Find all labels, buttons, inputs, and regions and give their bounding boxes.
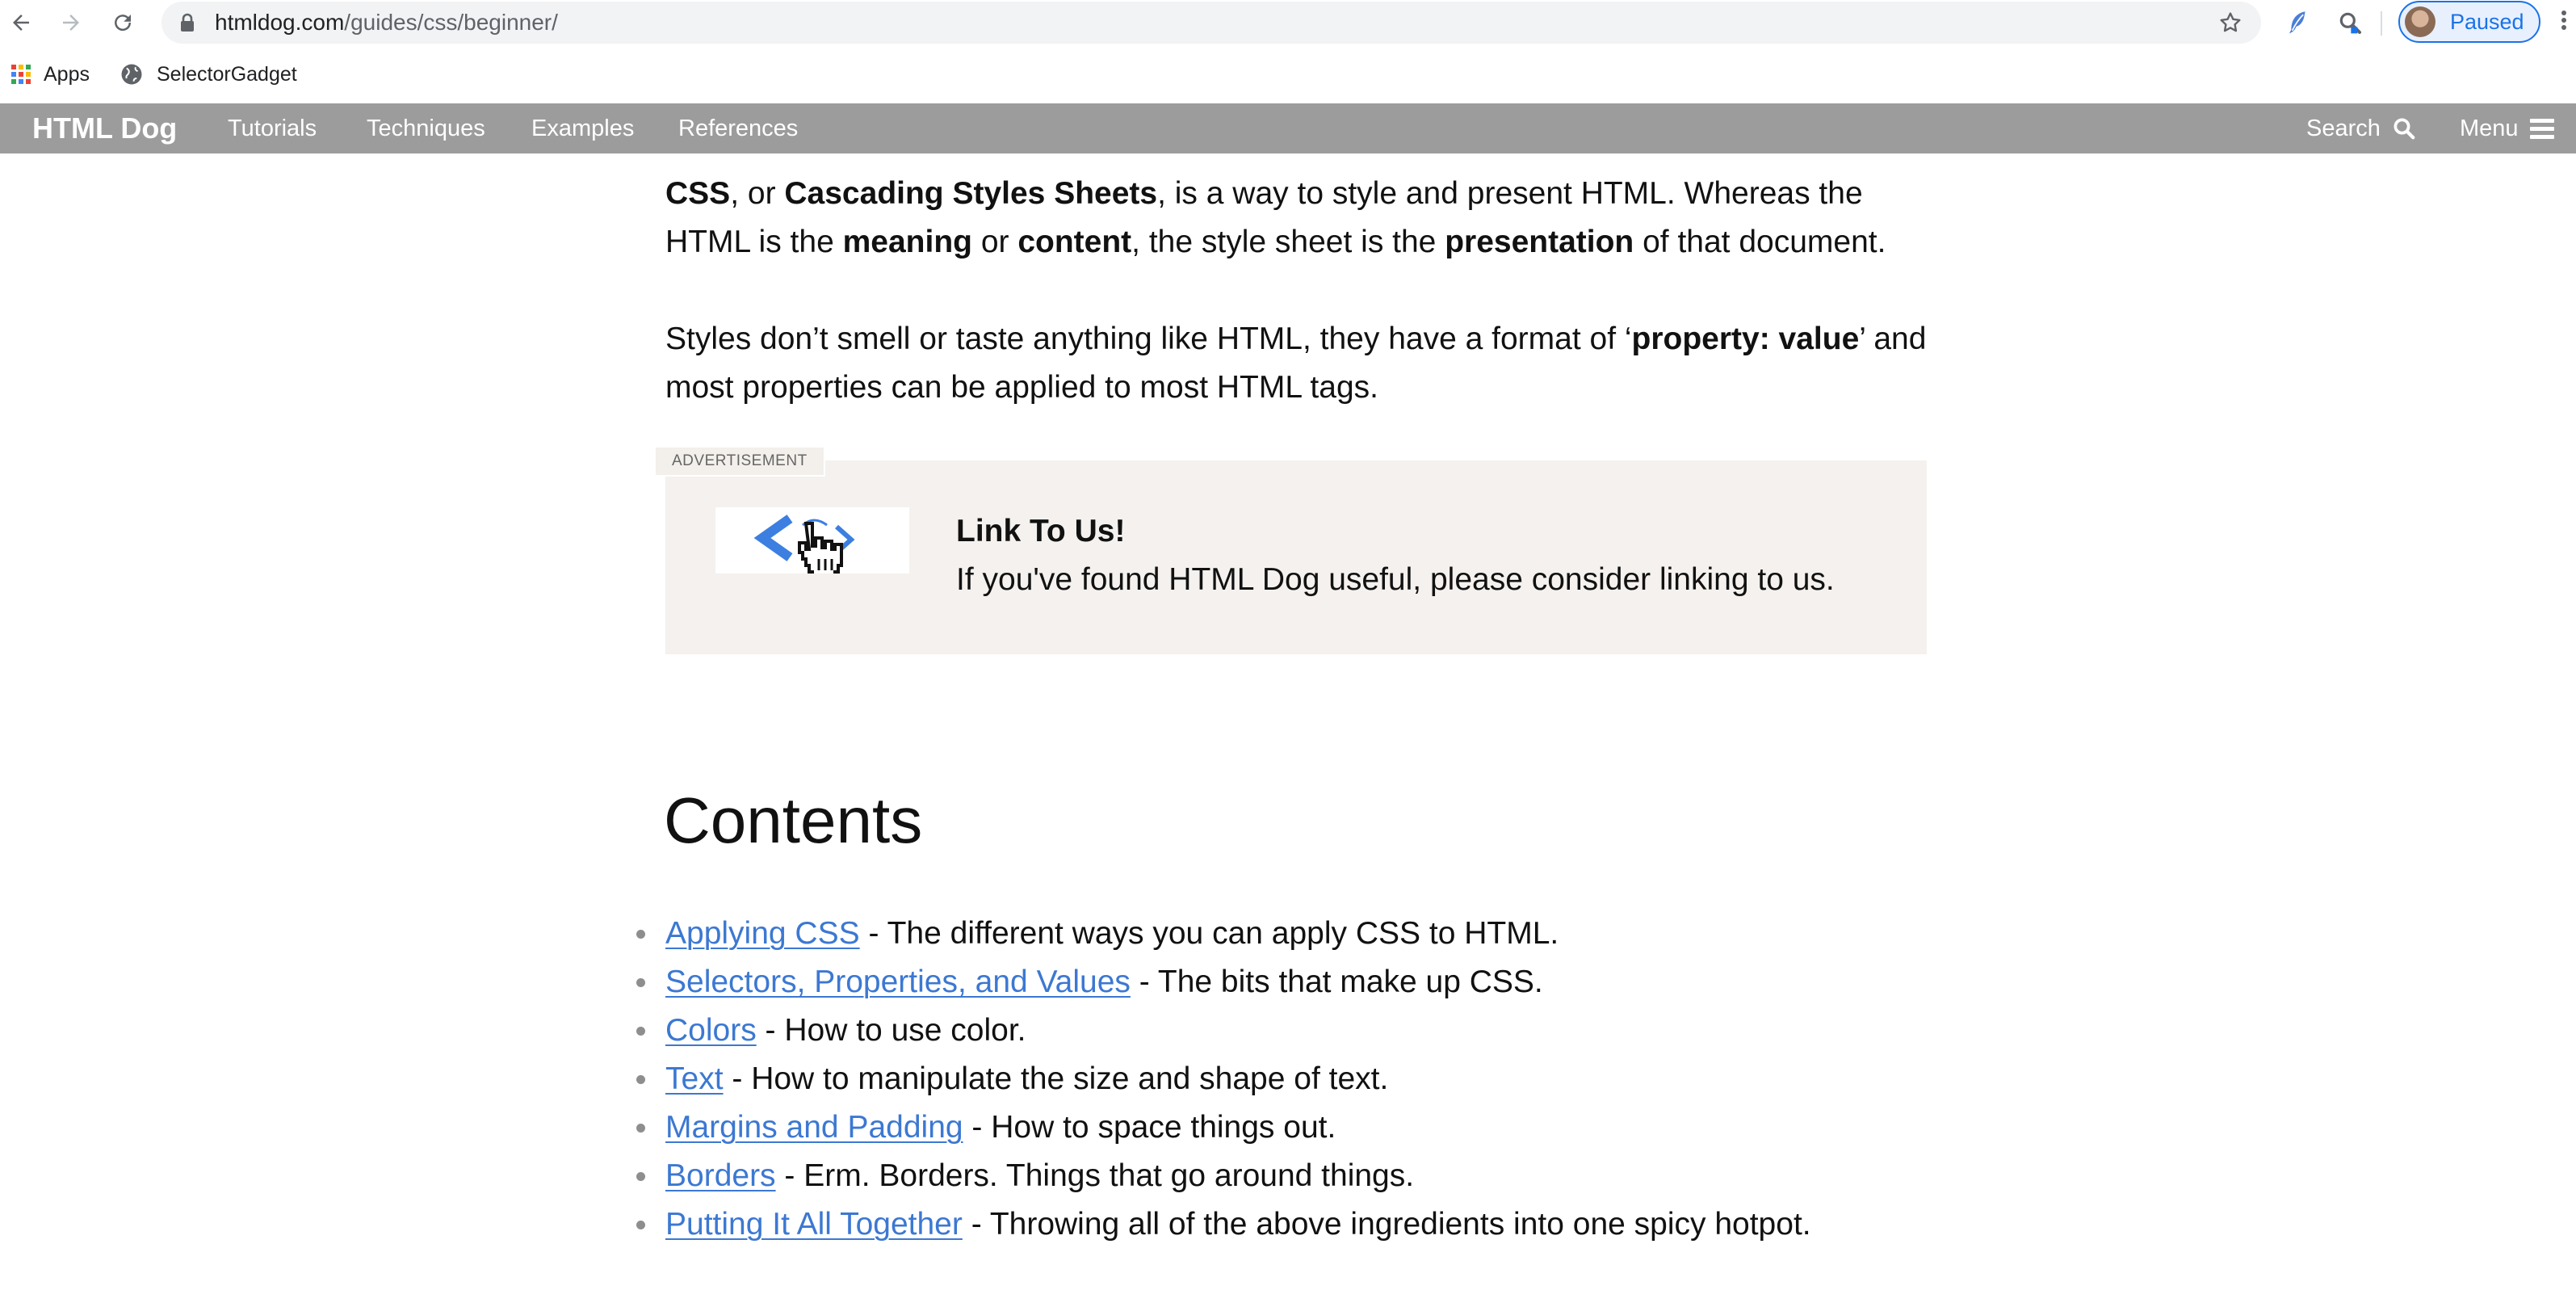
bookmark-selectorgadget[interactable]: SelectorGadget [120, 47, 297, 102]
nav-link-techniques[interactable]: Techniques [367, 103, 485, 153]
toc-link-margins-padding[interactable]: Margins and Padding [665, 1110, 963, 1145]
list-item: Applying CSS - The different ways you ca… [636, 910, 1811, 958]
advertisement-box[interactable]: Link To Us! If you've found HTML Dog use… [665, 460, 1927, 654]
toc-description: - How to use color. [756, 1013, 1026, 1048]
toc-link-text[interactable]: Text [665, 1061, 724, 1096]
ad-title[interactable]: Link To Us! [956, 507, 1125, 556]
extension-selectorgadget-icon[interactable] [2335, 8, 2364, 37]
bullet-icon [636, 1027, 645, 1036]
site-menu-label: Menu [2460, 115, 2519, 141]
list-item: Selectors, Properties, and Values - The … [636, 958, 1811, 1007]
nav-link-tutorials[interactable]: Tutorials [228, 103, 317, 153]
bookmark-apps-label: Apps [44, 62, 90, 86]
bullet-icon [636, 978, 645, 987]
toolbar-separator [2381, 11, 2382, 36]
toc-link-selectors[interactable]: Selectors, Properties, and Values [665, 964, 1131, 999]
list-item: Text - How to manipulate the size and sh… [636, 1055, 1811, 1103]
site-logo[interactable]: HTML Dog [32, 103, 177, 153]
list-item: Margins and Padding - How to space thing… [636, 1103, 1811, 1152]
bullet-icon [636, 1172, 645, 1181]
reload-icon[interactable] [107, 6, 139, 39]
contents-heading: Contents [664, 784, 923, 856]
list-item: Putting It All Together - Throwing all o… [636, 1200, 1811, 1249]
intro-paragraph-1: CSS, or Cascading Styles Sheets, is a wa… [665, 176, 1886, 259]
globe-icon [120, 62, 144, 86]
list-item: Borders - Erm. Borders. Things that go a… [636, 1152, 1811, 1200]
toc-description: - Erm. Borders. Things that go around th… [775, 1158, 1415, 1193]
toc-link-applying-css[interactable]: Applying CSS [665, 916, 860, 951]
avatar [2405, 6, 2435, 37]
site-menu-button[interactable]: Menu [2460, 103, 2554, 153]
forward-icon[interactable] [55, 6, 87, 39]
browser-menu-icon[interactable] [2557, 8, 2571, 37]
toc-description: - Throwing all of the above ingredients … [962, 1207, 1811, 1242]
toc-description: - How to space things out. [963, 1110, 1336, 1145]
search-icon [2393, 118, 2415, 140]
toc-link-borders[interactable]: Borders [665, 1158, 776, 1193]
back-icon[interactable] [5, 6, 37, 39]
toc-link-putting-together[interactable]: Putting It All Together [665, 1207, 963, 1242]
bullet-icon [636, 1075, 645, 1084]
bookmark-selectorgadget-label: SelectorGadget [157, 62, 297, 86]
lock-icon [179, 13, 195, 36]
address-bar[interactable]: htmldog.com/guides/css/beginner/ [162, 2, 2261, 44]
advertisement-label: ADVERTISEMENT [654, 446, 825, 477]
ad-text: If you've found HTML Dog useful, please … [956, 562, 1835, 597]
bookmarks-bar: Apps SelectorGadget [0, 47, 2576, 102]
bullet-icon [636, 1124, 645, 1133]
bullet-icon [636, 1221, 645, 1229]
list-item: Colors - How to use color. [636, 1007, 1811, 1055]
bookmark-star-icon[interactable] [2217, 10, 2243, 40]
hamburger-icon [2529, 115, 2554, 143]
browser-toolbar: htmldog.com/guides/css/beginner/ Paused [0, 0, 2576, 45]
url-text: htmldog.com/guides/css/beginner/ [215, 10, 558, 35]
nav-link-examples[interactable]: Examples [531, 103, 634, 153]
toc-description: - The different ways you can apply CSS t… [859, 916, 1559, 951]
bullet-icon [636, 930, 645, 939]
contents-list: Applying CSS - The different ways you ca… [636, 910, 1811, 1249]
site-search-button[interactable]: Search [2306, 103, 2416, 153]
link-to-us-image[interactable] [715, 507, 909, 580]
site-header-nav: HTML Dog Tutorials Techniques Examples R… [0, 103, 2576, 153]
apps-grid-icon [11, 65, 31, 84]
site-search-label: Search [2306, 115, 2381, 141]
profile-status-label: Paused [2450, 10, 2524, 34]
toc-description: - How to manipulate the size and shape o… [723, 1061, 1389, 1096]
profile-button[interactable]: Paused [2398, 1, 2540, 43]
toc-link-colors[interactable]: Colors [665, 1013, 757, 1048]
bookmark-apps[interactable]: Apps [11, 47, 90, 102]
extension-feather-icon[interactable] [2284, 8, 2313, 37]
toc-description: - The bits that make up CSS. [1130, 964, 1543, 999]
nav-link-references[interactable]: References [678, 103, 798, 153]
intro-paragraph-2: Styles don’t smell or taste anything lik… [665, 321, 1927, 405]
